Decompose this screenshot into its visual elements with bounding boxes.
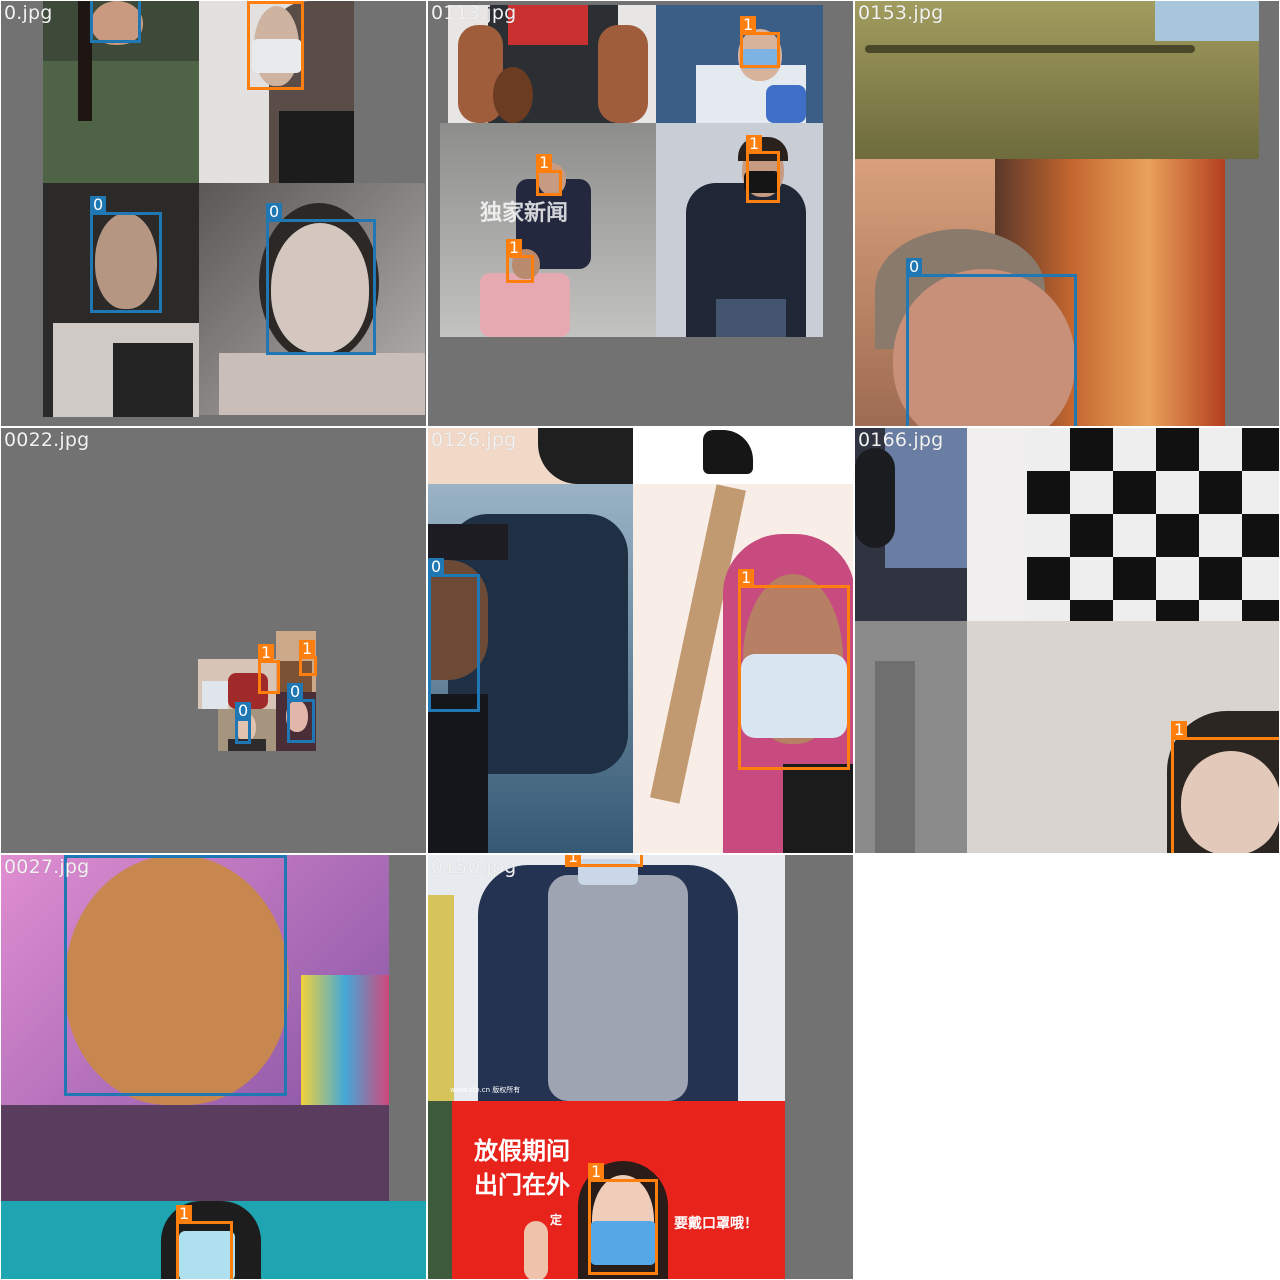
tile-filename: 0150.jpg [431,856,517,878]
mask-box: 1 [740,16,780,68]
photo-top-strip-right [633,428,853,484]
mosaic-tile-0166: 0166.jpg 1 [854,427,1280,854]
mask-box: 1 [176,1205,233,1279]
watermark: www.cfp.cn 版权所有 [450,1086,521,1094]
mask-box: 1 [1171,721,1279,853]
photo-dark-equipment [855,428,967,621]
tile-filename: 0153.jpg [858,2,944,24]
mosaic-tile-0126: 0126.jpg 0 1 [427,427,854,854]
tile-filename: 0022.jpg [4,429,90,451]
tile-filename: 0113.jpg [431,2,517,24]
photo-grey-wall [855,621,967,853]
poster-side-text: 要戴口罩哦！ [674,1216,758,1232]
face-box: 0 [287,683,315,743]
poster-title-line1: 放假期间 [474,1137,570,1165]
photo-green-bag-closeup [855,1,1259,159]
mask-box: 1 [565,855,643,867]
mask-box: 1 [588,1163,658,1275]
mosaic-tile-0113: 0113.jpg 独家新闻 1 1 1 1 [427,0,854,427]
face-box: 0 [906,258,1077,426]
mosaic-tile-0153: 0153.jpg 0 [854,0,1280,427]
tile-filename: 0126.jpg [431,429,517,451]
tile-filename: 0166.jpg [858,429,944,451]
photo-woman-scarf: www.cfp.cn 版权所有 cfp [428,855,785,1101]
face-box [64,855,287,1096]
watermark: 独家新闻 [480,201,569,226]
mosaic-tile-0027: 0027.jpg 0 1 [0,854,427,1280]
face-box: 0 [266,203,376,355]
poster-left-text: 定 [550,1213,563,1227]
face-box: 0 [90,196,162,313]
mosaic-tile-0022: 0022.jpg 1 1 0 0 [0,427,427,854]
mask-box: 1 [536,154,562,196]
mosaic-tile-0150: 0150.jpg www.cfp.cn 版权所有 cfp 放假期间 出门在外 要… [427,854,854,1280]
tile-filename: 0.jpg [4,2,53,24]
face-box [90,1,141,43]
tile-filename: 0027.jpg [4,856,90,878]
face-box: 0 [428,558,480,712]
mask-box: 1 [258,644,280,694]
photo-woman-black-mask [656,123,823,337]
mask-box: 1 [299,640,317,676]
mask-box: 1 [738,569,850,770]
mask-box: 1 [506,239,534,283]
mosaic-tile-0: 0.jpg 0 0 [0,0,427,427]
poster-title-line2: 出门在外 [474,1171,570,1199]
photo-checkered-fabric [967,428,1279,621]
mask-box [247,1,304,90]
mask-box: 1 [746,135,780,203]
empty-mosaic-cell [854,854,1280,1280]
face-box: 0 [235,702,252,744]
